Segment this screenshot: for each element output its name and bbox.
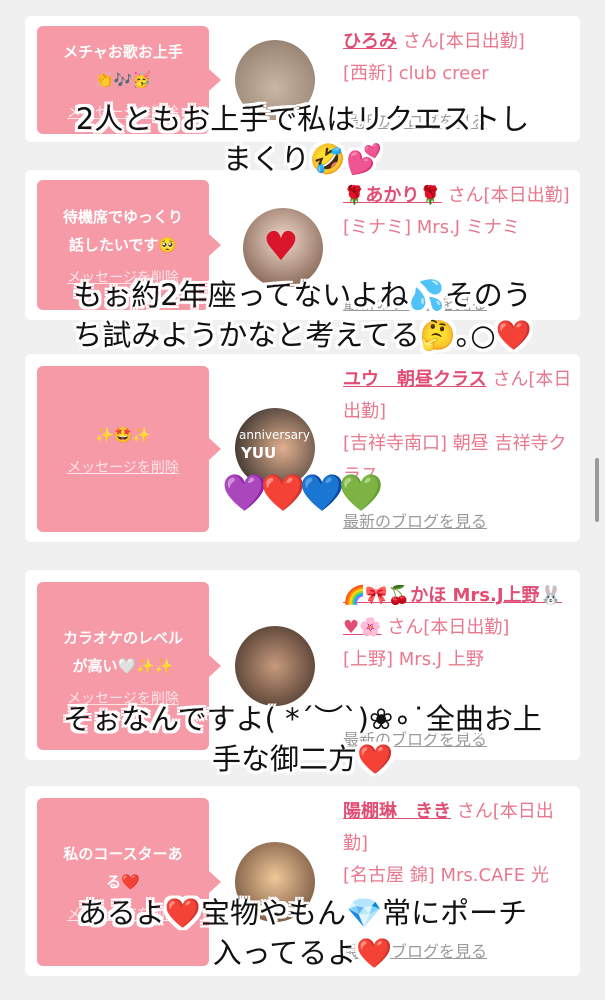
shop-name[interactable]: [西新] club creer xyxy=(343,63,489,84)
overlay-caption-6: 手な御二方❤️ xyxy=(211,742,394,776)
shop-name[interactable]: [名古屋 錦] Mrs.CAFE 光 xyxy=(343,865,549,886)
message-text-2: が高い🤍✨✨ xyxy=(72,657,174,675)
message-text: メチャお歌お上手 xyxy=(63,43,183,61)
overlay-caption-1: 2人ともお上手で私はリクエストし xyxy=(75,102,530,136)
avatar-caption-2: YUU xyxy=(241,444,277,462)
message-text: 待機席でゆっくり xyxy=(62,208,183,226)
message-text-2: 👏🎶🥳 xyxy=(94,71,152,89)
overlay-caption-2: まくり🤣💕 xyxy=(222,142,383,176)
message-text: ✨🤩✨ xyxy=(94,426,152,444)
avatar-caption: anniversary xyxy=(239,428,310,442)
message-text: カラオケのレベル xyxy=(62,629,183,647)
cast-info: ユウ 朝昼クラス さん[本日出勤] [吉祥寺南口] 朝昼 吉祥寺クラス xyxy=(343,364,573,492)
cast-info: ひろみ さん[本日出勤] [西新] club creer xyxy=(343,26,573,90)
avatar[interactable] xyxy=(235,626,315,706)
overlay-caption-5: そぉなんですよ( *´︶`)❀∘˙全曲お上 xyxy=(63,702,542,736)
message-text-2: る❤️ xyxy=(106,873,140,891)
overlay-caption-3: もぉ約2年座ってないよね💦そのう xyxy=(73,278,532,312)
message-text: 私のコースターあ xyxy=(63,845,183,863)
heart-sticker-icon: ♥ xyxy=(263,224,299,270)
cast-name-link[interactable]: ひろみ xyxy=(343,31,397,52)
cast-info: 🌈🎀🍒かほ Mrs.J上野🐰♥🌸 さん[本日出勤] [上野] Mrs.J 上野 xyxy=(343,580,573,676)
work-status: さん[本日出勤] xyxy=(387,617,510,638)
hearts-sticker: 💜❤️💙💚 xyxy=(222,473,383,514)
cast-info: 陽棚琳 きき さん[本日出勤] [名古屋 錦] Mrs.CAFE 光 xyxy=(343,796,573,892)
cast-info: 🌹あかり🌹 さん[本日出勤] [ミナミ] Mrs.J ミナミ xyxy=(343,180,573,244)
overlay-caption-8: 入ってるよ❤️ xyxy=(212,936,393,970)
shop-name[interactable]: [ミナミ] Mrs.J ミナミ xyxy=(343,217,520,238)
delete-message-link[interactable]: メッセージを削除 xyxy=(67,457,179,477)
message-bubble: ✨🤩✨ メッセージを削除 xyxy=(37,366,221,532)
message-text-2: 話したいです🥺 xyxy=(68,236,178,254)
shop-name[interactable]: [上野] Mrs.J 上野 xyxy=(343,649,484,670)
cast-name-link[interactable]: ユウ 朝昼クラス xyxy=(343,369,487,390)
work-status: さん[本日出勤] xyxy=(402,31,525,52)
scrollbar[interactable] xyxy=(595,458,599,522)
cast-name-link[interactable]: 🌹あかり🌹 xyxy=(343,185,442,206)
work-status: さん[本日出勤] xyxy=(447,185,570,206)
overlay-caption-7: あるよ❤️宝物やもん💎常にポーチ xyxy=(77,896,528,930)
overlay-caption-4: ち試みようかなと考えてる🤔｡○❤️ xyxy=(73,318,532,352)
cast-name-link[interactable]: 陽棚琳 きき xyxy=(343,801,451,822)
